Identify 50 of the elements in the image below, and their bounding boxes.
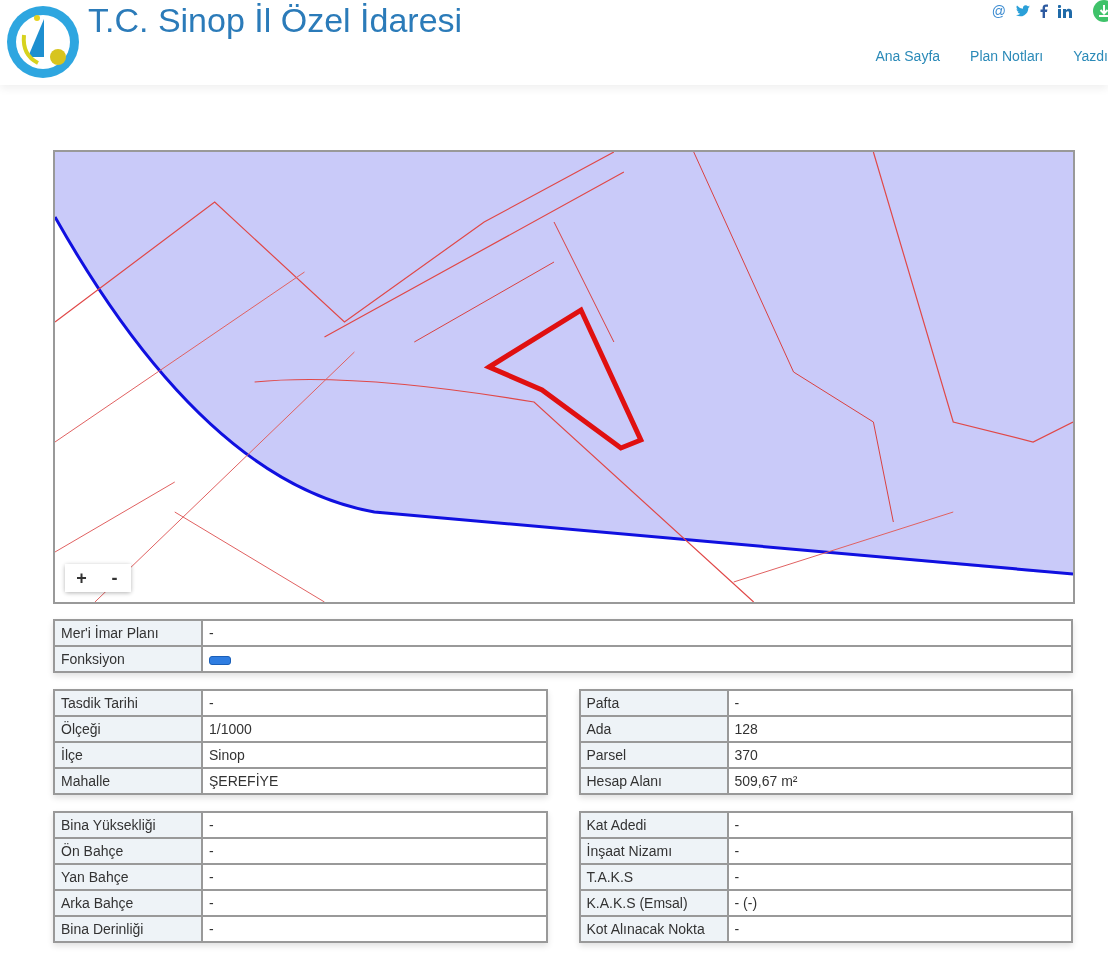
row-value: - [202, 812, 547, 838]
row-value: ŞEREFİYE [202, 768, 547, 794]
linkedin-icon[interactable] [1058, 4, 1072, 18]
row-label: Fonksiyon [54, 646, 202, 672]
row-label: Pafta [579, 690, 728, 716]
site-title: T.C. Sinop İl Özel İdaresi [88, 0, 463, 40]
nav-link[interactable]: Ana Sayfa [875, 46, 941, 66]
row-value: - [727, 690, 1072, 716]
row-value: - [202, 690, 547, 716]
row-label: Ölçeği [54, 716, 202, 742]
facebook-icon[interactable] [1040, 4, 1048, 18]
row-label: Mer'i İmar Planı [54, 620, 202, 646]
row-label: Mahalle [54, 768, 202, 794]
row-value: - [727, 916, 1072, 942]
row-value: 509,67 m² [727, 768, 1072, 794]
row-label: Yan Bahçe [54, 864, 202, 890]
zoom-out-button[interactable]: - [98, 564, 131, 592]
email-icon[interactable]: @ [991, 2, 1006, 20]
row-label: Bina Derinliği [54, 916, 202, 942]
row-label: İlçe [54, 742, 202, 768]
nav-link[interactable]: Plan Notları [970, 46, 1044, 66]
row-label: Bina Yüksekliği [54, 812, 202, 838]
row-value: - [202, 916, 547, 942]
nav-link[interactable]: Yazdı [1073, 46, 1108, 66]
row-label: T.A.K.S [579, 864, 728, 890]
row-label: Tasdik Tarihi [54, 690, 202, 716]
row-value: - (-) [727, 890, 1072, 916]
row-label: Arka Bahçe [54, 890, 202, 916]
row-label: Ön Bahçe [54, 838, 202, 864]
row-label: Kat Adedi [579, 812, 728, 838]
row-value: 128 [727, 716, 1072, 742]
row-value: Sinop [202, 742, 547, 768]
row-value: 1/1000 [202, 716, 547, 742]
row-value: - [727, 838, 1072, 864]
row-label: Hesap Alanı [579, 768, 728, 794]
row-label: K.A.K.S (Emsal) [579, 890, 728, 916]
logo-icon [6, 5, 80, 79]
row-value: - [202, 864, 547, 890]
row-label: Kot Alınacak Nokta [579, 916, 728, 942]
row-value: - [727, 864, 1072, 890]
twitter-icon[interactable] [1016, 5, 1030, 17]
row-label: İnşaat Nizamı [579, 838, 728, 864]
row-value: - [202, 890, 547, 916]
row-label: Ada [579, 716, 728, 742]
row-value: - [727, 812, 1072, 838]
row-value: 370 [727, 742, 1072, 768]
row-value: - [202, 838, 547, 864]
row-label: Parsel [579, 742, 728, 768]
zoom-in-button[interactable]: + [65, 564, 98, 592]
row-value: - [202, 620, 1072, 646]
